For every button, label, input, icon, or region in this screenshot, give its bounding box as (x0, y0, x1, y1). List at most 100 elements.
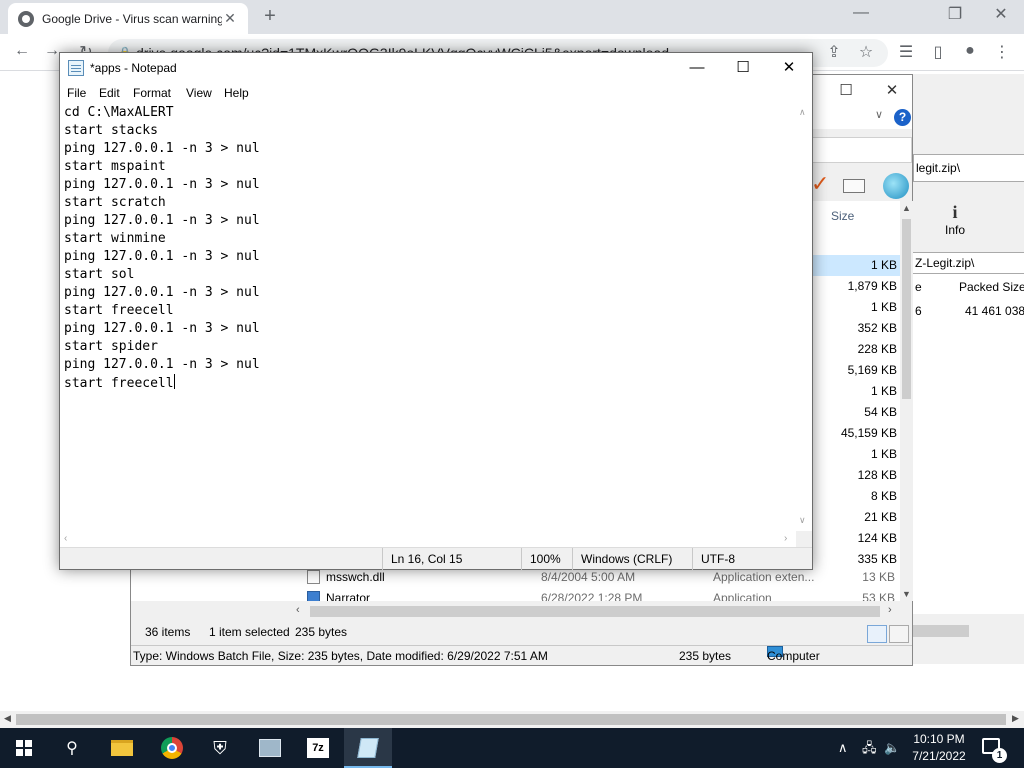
taskbar-notepad[interactable] (344, 728, 392, 768)
dll-file-icon (307, 570, 320, 584)
notepad-line: start sol (64, 267, 135, 282)
size-cell: 128 KB (857, 468, 897, 482)
explorer-horizontal-scrollbar[interactable]: ‹ › (294, 603, 900, 620)
notepad-vertical-scrollbar[interactable]: ∧ ∨ (796, 103, 812, 529)
menu-view[interactable]: View (186, 86, 212, 100)
notepad-line: start freecell (64, 303, 174, 318)
explorer-close-button[interactable]: ✕ (877, 81, 907, 99)
scroll-up-arrow-icon[interactable]: ∧ (799, 107, 806, 118)
notepad-line: start spider (64, 339, 158, 354)
explorer-search-box[interactable] (811, 137, 912, 163)
7zip-address-bar[interactable]: legit.zip\ (913, 154, 1024, 182)
7zip-info-label: Info (944, 223, 965, 237)
scroll-left-arrow-icon[interactable]: ‹ (64, 533, 67, 544)
size-cell: 1 KB (870, 447, 897, 461)
menu-format[interactable]: Format (133, 86, 171, 100)
notepad-size-grip[interactable] (796, 531, 812, 547)
details-view-icon[interactable] (867, 625, 887, 643)
menu-file[interactable]: File (67, 86, 86, 100)
browser-close-button[interactable]: ✕ (986, 4, 1016, 24)
mail-icon[interactable] (843, 179, 865, 193)
search-button[interactable]: ⚲ (48, 728, 96, 768)
scroll-left-arrow-icon[interactable]: ‹ (296, 604, 300, 616)
back-arrow-icon[interactable]: ← (10, 42, 34, 60)
profile-avatar-icon[interactable]: ● (958, 42, 982, 60)
scrollbar-thumb[interactable] (913, 625, 969, 637)
list-item-narrator[interactable]: Narrator 6/28/2022 1:28 PM Application 5… (307, 588, 897, 601)
size-cell: 45,159 KB (840, 426, 897, 440)
notepad-close-button[interactable]: ✕ (766, 53, 812, 83)
explorer-details-bar: Type: Windows Batch File, Size: 235 byte… (131, 645, 912, 666)
size-cell: 228 KB (857, 342, 897, 356)
taskbar-control-panel[interactable] (246, 728, 294, 768)
file-name: Narrator (326, 591, 371, 601)
notepad-titlebar[interactable]: *apps - Notepad — ☐ ✕ (60, 53, 812, 83)
browser-horizontal-scrollbar[interactable]: ◀ ▶ (0, 711, 1024, 728)
scroll-right-arrow-icon[interactable]: › (784, 533, 787, 544)
status-line-ending: Windows (CRLF) (572, 548, 692, 570)
notepad-app-icon[interactable] (68, 60, 84, 76)
notepad-horizontal-scrollbar[interactable]: ‹ › (60, 531, 796, 547)
scrollbar-thumb[interactable] (902, 219, 911, 399)
size-column: 1 KB 1,879 KB 1 KB 352 KB 228 KB 5,169 KB 1 KB… (821, 255, 899, 570)
show-hidden-icons-chevron-icon[interactable]: ∧ (838, 728, 848, 768)
taskbar-chrome[interactable] (148, 728, 196, 768)
chrome-menu-icon[interactable]: ⋮ (990, 42, 1014, 62)
chevron-down-icon[interactable]: ∨ (875, 108, 883, 121)
scrollbar-thumb[interactable] (16, 714, 1006, 725)
scroll-right-arrow-icon[interactable]: › (888, 604, 892, 616)
notepad-minimize-button[interactable]: — (674, 53, 720, 83)
help-icon[interactable]: ? (894, 109, 911, 126)
7zip-horizontal-scrollbar[interactable] (913, 622, 1024, 640)
scroll-down-arrow-icon[interactable]: ▼ (902, 589, 911, 599)
notepad-line: ping 127.0.0.1 -n 3 > nul (64, 177, 260, 192)
taskbar-7zip[interactable]: 7z (294, 728, 342, 768)
globe-icon[interactable] (883, 173, 909, 199)
7zip-path-bar[interactable]: Z-Legit.zip\ (913, 252, 1024, 274)
start-button[interactable] (0, 728, 48, 768)
reading-list-icon[interactable]: ☰ (894, 42, 918, 62)
explorer-maximize-button[interactable]: ☐ (831, 81, 861, 99)
details-text: Type: Windows Batch File, Size: 235 byte… (133, 649, 548, 663)
browser-restore-button[interactable]: ❐ (940, 4, 970, 24)
scroll-down-arrow-icon[interactable]: ∨ (799, 515, 806, 526)
details-size: 235 bytes (679, 649, 732, 663)
size-cell: 8 KB (870, 489, 897, 503)
column-header-size[interactable]: Size (831, 209, 854, 223)
menu-help[interactable]: Help (224, 86, 249, 100)
notepad-menu-bar: File Edit Format View Help (60, 83, 812, 103)
notepad-text-area[interactable]: cd C:\MaxALERT start stacks ping 127.0.0.1… (60, 103, 804, 531)
file-type: Application exten... (713, 570, 815, 584)
scroll-up-arrow-icon[interactable]: ▲ (902, 203, 911, 213)
taskbar-windows-security[interactable]: ⛨ (196, 728, 244, 768)
7zip-column-packed-size[interactable]: Packed Size (959, 280, 1024, 294)
menu-edit[interactable]: Edit (99, 86, 120, 100)
bookmark-star-icon[interactable]: ☆ (854, 42, 878, 62)
browser-minimize-button[interactable]: — (846, 4, 876, 22)
notepad-maximize-button[interactable]: ☐ (720, 53, 766, 83)
explorer-vertical-scrollbar[interactable]: ▲ ▼ (900, 201, 913, 601)
7zip-info-button[interactable]: i Info (935, 202, 975, 237)
tab-close-icon[interactable]: ✕ (222, 10, 238, 27)
taskbar-file-explorer[interactable] (98, 728, 146, 768)
scroll-left-arrow-icon[interactable]: ◀ (4, 713, 11, 724)
notepad-line: start winmine (64, 231, 166, 246)
list-item-msswch[interactable]: msswch.dll 8/4/2004 5:00 AM Application … (307, 567, 897, 588)
network-icon[interactable]: 🖧 (862, 728, 877, 768)
7zip-file-list[interactable]: e Packed Size 6 41 461 038 (913, 274, 1024, 614)
taskbar-clock[interactable]: 10:10 PM 7/21/2022 (904, 731, 974, 765)
volume-icon[interactable]: 🔈 (884, 728, 900, 768)
notepad-line: ping 127.0.0.1 -n 3 > nul (64, 141, 260, 156)
scroll-right-arrow-icon[interactable]: ▶ (1012, 713, 1019, 724)
scrollbar-thumb[interactable] (310, 606, 880, 617)
side-panel-icon[interactable]: ▯ (926, 42, 950, 62)
file-size: 13 KB (862, 570, 895, 584)
share-icon[interactable]: ⇪ (822, 42, 846, 62)
browser-tab[interactable]: Google Drive - Virus scan warning ✕ (8, 3, 248, 34)
notepad-line: start mspaint (64, 159, 166, 174)
control-panel-icon (259, 739, 281, 757)
new-tab-button[interactable]: + (258, 5, 282, 28)
large-icons-view-icon[interactable] (889, 625, 909, 643)
checkmark-icon[interactable]: ✓ (811, 171, 829, 197)
7zip-icon: 7z (307, 738, 329, 758)
